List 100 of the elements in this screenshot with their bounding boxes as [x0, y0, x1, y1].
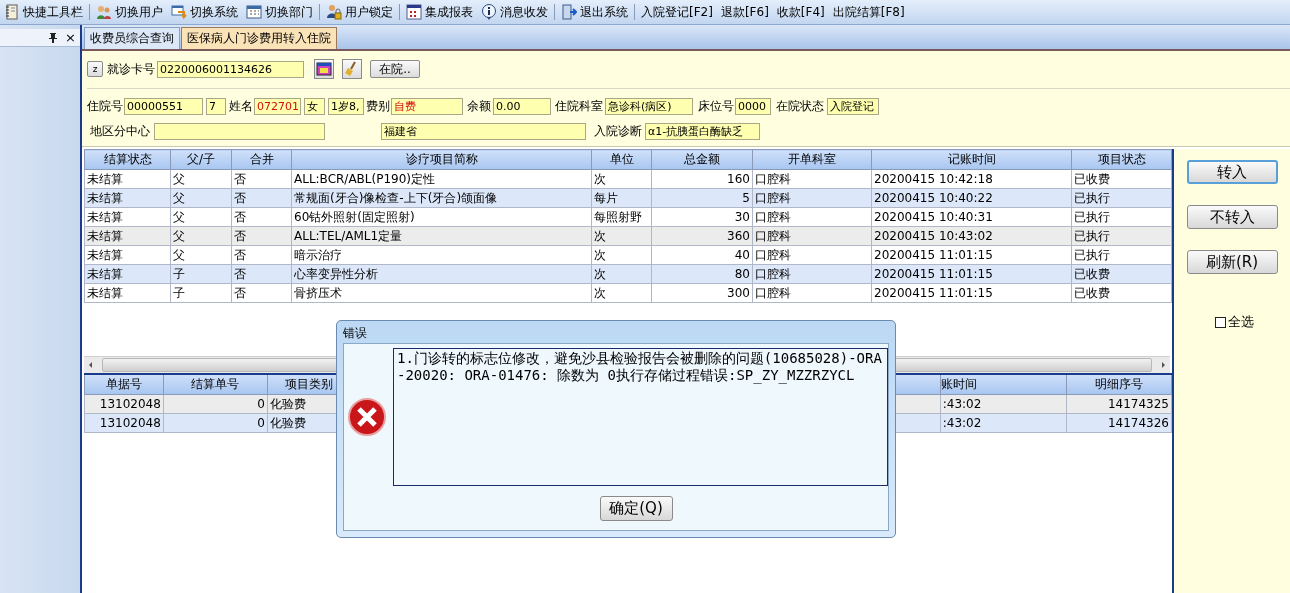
input-field[interactable]: 福建省 — [381, 122, 586, 140]
toolbar-button[interactable]: 收款[F4] — [772, 2, 829, 22]
column-header[interactable]: 结算状态 — [84, 149, 171, 170]
table-cell: 口腔科 — [752, 245, 872, 265]
toolbar-button[interactable]: 消息收发 — [477, 2, 552, 22]
exit-door-icon — [561, 4, 577, 20]
input-field[interactable]: 0.00 — [493, 97, 551, 115]
table-cell: 暗示治疗 — [291, 245, 592, 265]
table-cell: ALL:BCR/ABL(P190)定性 — [291, 169, 592, 189]
table-row[interactable]: 未结算 父 否 60钴外照射(固定照射) 每照射野 30 口腔科 20200415 10:40:31 已执行 — [84, 207, 1172, 227]
input-field[interactable]: 7 — [206, 97, 226, 115]
table-cell: 已执行 — [1071, 207, 1172, 227]
pin-icon[interactable] — [47, 31, 60, 44]
column-header[interactable]: 结算单号 — [163, 374, 268, 395]
table-cell: 已收费 — [1071, 169, 1172, 189]
action-button[interactable]: 不转入 — [1186, 205, 1278, 229]
toolbar-button[interactable]: 入院登记[F2] — [637, 2, 717, 22]
table-cell: 未结算 — [84, 245, 171, 265]
table-row[interactable]: 未结算 父 否 ALL:BCR/ABL(P190)定性 次 160 口腔科 20200415 10:42:18 已收费 — [84, 169, 1172, 189]
column-header[interactable]: 单据号 — [84, 374, 164, 395]
input-field[interactable]: 女 — [304, 97, 325, 115]
tab[interactable]: 医保病人门诊费用转入住院 — [181, 27, 337, 49]
table-cell: 父 — [170, 207, 232, 227]
table-cell: 20200415 11:01:15 — [871, 245, 1072, 265]
ok-button[interactable]: 确定(Q) — [599, 496, 673, 521]
field-label: 余额 — [467, 97, 491, 115]
field-label: 住院科室 — [555, 97, 603, 115]
input-field[interactable]: 1岁8, — [328, 97, 364, 115]
column-header[interactable]: 记账时间 — [871, 149, 1072, 170]
card-reader-icon — [316, 61, 332, 77]
table-cell: 父 — [170, 169, 232, 189]
report-grid-icon — [406, 4, 422, 20]
table-cell: 20200415 11:01:15 — [871, 283, 1072, 303]
table-row[interactable]: 未结算 父 否 ALL:TEL/AML1定量 次 360 口腔科 20200415 10:43:02 已执行 — [84, 226, 1172, 246]
table-cell: 每照射野 — [591, 207, 652, 227]
table-row[interactable]: 未结算 子 否 心率变异性分析 次 80 口腔科 20200415 11:01:15 已收费 — [84, 264, 1172, 284]
tab[interactable]: 收费员综合查询 — [84, 27, 180, 49]
toolbar-button[interactable]: 快捷工具栏 — [0, 2, 87, 22]
calendar-icon — [246, 4, 262, 20]
column-header[interactable]: 合并 — [231, 149, 292, 170]
toolbar-button[interactable]: 退出系统 — [557, 2, 632, 22]
table-cell: 口腔科 — [752, 169, 872, 189]
users-icon — [96, 4, 112, 20]
table-row[interactable]: 未结算 父 否 常规面(牙合)像检查-上下(牙合)颌面像 每片 5 口腔科 20200415 10:40:22 已执行 — [84, 188, 1172, 208]
toolbar-button[interactable] — [342, 59, 362, 79]
table-row[interactable]: 未结算 子 否 骨挤压术 次 300 口腔科 20200415 11:01:15 已收费 — [84, 283, 1172, 303]
table-cell: 次 — [591, 245, 652, 265]
toolbar-button[interactable]: 集成报表 — [402, 2, 477, 22]
toolbar-button[interactable]: 出院结算[F8] — [828, 2, 909, 22]
column-header[interactable]: 总金额 — [651, 149, 753, 170]
action-button[interactable]: 刷新(R) — [1186, 250, 1278, 274]
input-field[interactable]: 0220006001134626 — [157, 60, 304, 78]
field-label: 费别 — [366, 97, 390, 115]
field-label: 在院状态 — [776, 97, 824, 115]
table-cell: 次 — [591, 169, 652, 189]
table-row[interactable]: 未结算 父 否 暗示治疗 次 40 口腔科 20200415 11:01:15 已执行 — [84, 245, 1172, 265]
toggle-button[interactable]: z — [87, 61, 103, 77]
action-button[interactable]: 转入 — [1186, 160, 1278, 184]
table-cell: 未结算 — [84, 283, 171, 303]
table-cell: 20200415 10:40:31 — [871, 207, 1072, 227]
user-lock-icon — [326, 4, 342, 20]
admitted-button[interactable]: 在院.. — [370, 60, 420, 78]
field-label: 姓名 — [229, 97, 253, 115]
input-field[interactable]: 急诊科(病区) — [605, 97, 693, 115]
column-header[interactable]: 诊疗项目简称 — [291, 149, 592, 170]
input-field[interactable]: 入院登记 — [827, 97, 879, 115]
column-header[interactable]: 开单科室 — [752, 149, 872, 170]
table-cell: 300 — [651, 283, 753, 303]
table-cell: 子 — [170, 283, 232, 303]
table-cell: 口腔科 — [752, 283, 872, 303]
toolbar-button[interactable]: 退款[F6] — [716, 2, 773, 22]
table-cell: 60钴外照射(固定照射) — [291, 207, 592, 227]
input-field[interactable]: 00000551 — [124, 97, 203, 115]
table-cell: 骨挤压术 — [291, 283, 592, 303]
toolbar-button[interactable]: 用户锁定 — [322, 2, 397, 22]
select-all-checkbox[interactable]: 全选 — [1214, 313, 1254, 331]
column-header[interactable]: 父/子 — [170, 149, 232, 170]
error-message: 1.门诊转的标志位修改，避免沙县检验报告会被删除的问题(10685028)-ORA-20020: ORA-01476: 除数为 0执行存储过程错误:SP_ZY_MZZRZYCL — [393, 348, 888, 486]
column-header[interactable]: 账时间 — [940, 374, 1067, 395]
table-cell: 否 — [231, 169, 292, 189]
field-label: 地区分中心 — [90, 122, 150, 140]
toolbar-button[interactable] — [314, 59, 334, 79]
table-cell: 口腔科 — [752, 207, 872, 227]
field-label: 住院号 — [87, 97, 123, 115]
column-header[interactable]: 明细序号 — [1066, 374, 1172, 395]
input-field[interactable]: 072701 — [254, 97, 301, 115]
table-cell: 20200415 10:42:18 — [871, 169, 1072, 189]
close-button[interactable]: × — [65, 31, 76, 44]
toolbar-button[interactable]: 切换系统 — [167, 2, 242, 22]
toolbar-button[interactable]: 切换用户 — [92, 2, 167, 22]
column-header[interactable]: 单位 — [591, 149, 652, 170]
column-header[interactable]: 项目状态 — [1071, 149, 1172, 170]
toolbar-button[interactable]: 切换部门 — [242, 2, 317, 22]
input-field[interactable]: 0000 — [735, 97, 771, 115]
table-cell: 次 — [591, 283, 652, 303]
field-label: 入院诊断 — [594, 122, 642, 140]
input-field[interactable]: 自费 — [391, 97, 463, 115]
input-field[interactable]: α1-抗胰蛋白酶缺乏 — [645, 122, 760, 140]
input-field[interactable] — [154, 122, 325, 140]
table-cell: 否 — [231, 207, 292, 227]
